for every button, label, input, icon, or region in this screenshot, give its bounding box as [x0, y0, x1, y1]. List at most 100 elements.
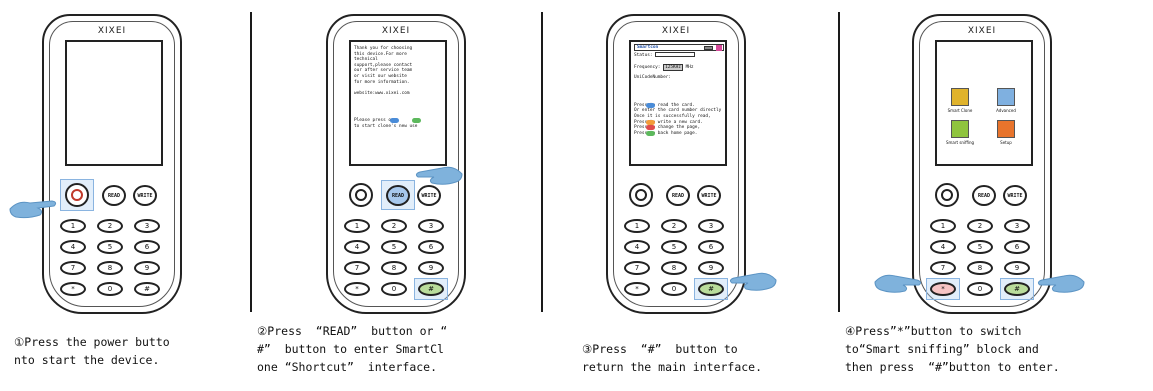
- step-divider-1: [250, 12, 252, 312]
- key-7[interactable]: 7: [344, 261, 370, 275]
- power-button[interactable]: [629, 183, 653, 207]
- step-divider-2: [541, 12, 543, 312]
- read-pill-icon: [646, 102, 655, 108]
- key-5[interactable]: 5: [661, 240, 687, 254]
- key-2[interactable]: 2: [97, 219, 123, 233]
- instruction-line: Press to write a new card.: [634, 119, 703, 125]
- step-divider-3: [838, 12, 840, 312]
- pointing-hand-icon: [415, 166, 463, 185]
- key-0[interactable]: 0: [967, 282, 993, 296]
- device-screen-shortcut: Smartcon Status: Frequency: 125KHz MHz U…: [629, 40, 727, 166]
- key-4[interactable]: 4: [60, 240, 86, 254]
- device-brand: XIXEI: [97, 26, 127, 36]
- key-6[interactable]: 6: [698, 240, 724, 254]
- key-hash[interactable]: #: [1004, 282, 1030, 296]
- key-1[interactable]: 1: [930, 219, 956, 233]
- key-9[interactable]: 9: [134, 261, 160, 275]
- smart-clone-tile-icon[interactable]: [951, 88, 969, 106]
- key-7[interactable]: 7: [624, 261, 650, 275]
- key-7[interactable]: 7: [60, 261, 86, 275]
- hash-pill-icon: [412, 118, 421, 124]
- key-1[interactable]: 1: [344, 219, 370, 233]
- frequency-unit: MHz: [685, 64, 694, 70]
- key-5[interactable]: 5: [97, 240, 123, 254]
- hash-pill-icon: [646, 130, 655, 136]
- advanced-label: Advanced: [996, 108, 1016, 113]
- status-label: Status:: [634, 53, 653, 58]
- device-step-3: XIXEI Smartcon Status: Frequency: 125KHz…: [606, 14, 746, 314]
- read-button[interactable]: READ: [972, 185, 996, 206]
- write-button[interactable]: WRITE: [133, 185, 157, 206]
- key-star[interactable]: *: [344, 282, 370, 296]
- key-8[interactable]: 8: [381, 261, 407, 275]
- smart-sniffing-tile-icon[interactable]: [951, 120, 969, 138]
- device-step-4: XIXEI Smart Clone Advanced Smart sniffin…: [912, 14, 1052, 314]
- key-6[interactable]: 6: [134, 240, 160, 254]
- instruction-line: Press to read the card.: [634, 102, 695, 108]
- key-3[interactable]: 3: [134, 219, 160, 233]
- key-3[interactable]: 3: [418, 219, 444, 233]
- device-screen-off: [65, 40, 163, 166]
- key-4[interactable]: 4: [624, 240, 650, 254]
- power-button[interactable]: [349, 183, 373, 207]
- power-button[interactable]: [65, 183, 89, 207]
- read-button[interactable]: READ: [386, 185, 410, 206]
- smart-sniffing-label: Smart sniffing: [945, 140, 975, 145]
- device-brand: XIXEI: [661, 26, 691, 36]
- device-brand: XIXEI: [381, 26, 411, 36]
- pointing-hand-icon: [874, 274, 922, 293]
- key-9[interactable]: 9: [1004, 261, 1030, 275]
- step-3-caption: ③Press “#” button to return the main int…: [582, 342, 763, 374]
- device-screen-welcome: Thank you for choosing this device.For m…: [349, 40, 447, 166]
- pointing-hand-icon: [1037, 274, 1085, 293]
- key-8[interactable]: 8: [97, 261, 123, 275]
- device-brand: XIXEI: [967, 26, 997, 36]
- key-hash[interactable]: #: [698, 282, 724, 296]
- key-1[interactable]: 1: [624, 219, 650, 233]
- key-4[interactable]: 4: [930, 240, 956, 254]
- advanced-tile-icon[interactable]: [997, 88, 1015, 106]
- setup-label: Setup: [1000, 140, 1012, 145]
- write-button[interactable]: WRITE: [697, 185, 721, 206]
- key-9[interactable]: 9: [418, 261, 444, 275]
- key-1[interactable]: 1: [60, 219, 86, 233]
- step-1-caption: ①Press the power butto nto start the dev…: [14, 335, 170, 367]
- key-4[interactable]: 4: [344, 240, 370, 254]
- instruction-line: Press to back home page.: [634, 130, 698, 136]
- key-0[interactable]: 0: [661, 282, 687, 296]
- key-hash[interactable]: #: [134, 282, 160, 296]
- key-6[interactable]: 6: [1004, 240, 1030, 254]
- battery-icon: [704, 46, 713, 50]
- device-step-1: XIXEI READ WRITE 1 2 3 4 5 6 7 8 9 * 0 #: [42, 14, 182, 314]
- power-icon: [355, 189, 367, 201]
- key-9[interactable]: 9: [698, 261, 724, 275]
- key-3[interactable]: 3: [698, 219, 724, 233]
- smart-clone-label: Smart Clone: [947, 108, 973, 113]
- write-button[interactable]: WRITE: [1003, 185, 1027, 206]
- key-2[interactable]: 2: [381, 219, 407, 233]
- read-button[interactable]: READ: [666, 185, 690, 206]
- instruction-line: Press to change the page,: [634, 125, 701, 131]
- key-star[interactable]: *: [60, 282, 86, 296]
- key-star[interactable]: *: [930, 282, 956, 296]
- key-6[interactable]: 6: [418, 240, 444, 254]
- key-3[interactable]: 3: [1004, 219, 1030, 233]
- key-hash[interactable]: #: [418, 282, 444, 296]
- power-icon: [635, 189, 647, 201]
- key-0[interactable]: 0: [97, 282, 123, 296]
- key-5[interactable]: 5: [967, 240, 993, 254]
- key-2[interactable]: 2: [661, 219, 687, 233]
- welcome-prompt: to start clone's new use: [354, 123, 418, 129]
- key-5[interactable]: 5: [381, 240, 407, 254]
- key-star[interactable]: *: [624, 282, 650, 296]
- key-8[interactable]: 8: [967, 261, 993, 275]
- setup-tile-icon[interactable]: [997, 120, 1015, 138]
- key-0[interactable]: 0: [381, 282, 407, 296]
- key-7[interactable]: 7: [930, 261, 956, 275]
- write-pill-icon: [646, 119, 655, 125]
- frequency-value: 125KHz: [663, 63, 683, 71]
- key-2[interactable]: 2: [967, 219, 993, 233]
- power-button[interactable]: [935, 183, 959, 207]
- read-button[interactable]: READ: [102, 185, 126, 206]
- key-8[interactable]: 8: [661, 261, 687, 275]
